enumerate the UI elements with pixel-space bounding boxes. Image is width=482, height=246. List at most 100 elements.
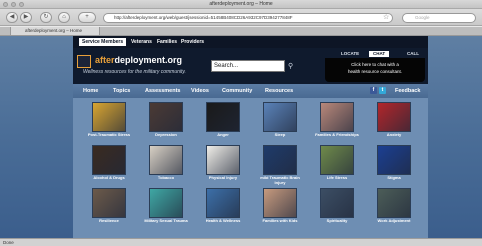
topic-thumbnail[interactable] xyxy=(92,145,126,175)
topic-thumbnail[interactable] xyxy=(320,188,354,218)
site-search-input[interactable]: Search... xyxy=(211,60,285,72)
twitter-icon[interactable]: t xyxy=(379,87,386,94)
tab-service-members[interactable]: Service Members xyxy=(79,38,127,46)
nav-videos[interactable]: Videos xyxy=(191,87,209,95)
topic-tile[interactable]: Health & Wellness xyxy=(199,188,247,232)
topic-tile[interactable]: Stigma xyxy=(370,145,418,189)
forward-button[interactable]: ▶ xyxy=(20,12,32,23)
tab-strip: afterdeployment.org – Home xyxy=(0,27,482,36)
topic-grid: Post-Traumatic Stress Depression Anger Slee… xyxy=(73,98,428,238)
topic-label[interactable]: Depression xyxy=(142,132,190,138)
topic-label[interactable]: Tobacco xyxy=(142,175,190,181)
topic-tile[interactable]: Resilience xyxy=(85,188,133,232)
site-container: Service Members Veterans Families Provid… xyxy=(73,36,428,238)
call-link[interactable]: CALL xyxy=(407,51,419,57)
topic-thumbnail[interactable] xyxy=(377,188,411,218)
topic-thumbnail[interactable] xyxy=(149,188,183,218)
browser-search-placeholder: Google xyxy=(415,15,430,20)
topic-thumbnail[interactable] xyxy=(320,145,354,175)
web-page: Service Members Veterans Families Provid… xyxy=(0,36,482,238)
topic-thumbnail[interactable] xyxy=(377,145,411,175)
topic-tile[interactable]: Alcohol & Drugs xyxy=(85,145,133,189)
chat-link[interactable]: CHAT xyxy=(369,51,390,57)
browser-search-input[interactable]: Google xyxy=(402,13,476,23)
zoom-window-icon[interactable] xyxy=(19,2,24,7)
home-button[interactable]: ⌂ xyxy=(58,12,70,23)
site-search-placeholder: Search... xyxy=(214,63,239,69)
site-logo[interactable]: afterdeployment.org xyxy=(95,55,182,65)
bookmark-star-icon[interactable]: ☆ xyxy=(383,13,389,21)
topic-label[interactable]: Physical Injury xyxy=(199,175,247,181)
topic-tile[interactable]: Families with Kids xyxy=(256,188,304,232)
topic-label[interactable]: Anxiety xyxy=(370,132,418,138)
topic-tile[interactable]: Sleep xyxy=(256,102,304,146)
topic-tile[interactable]: Physical Injury xyxy=(199,145,247,189)
browser-tab-label: afterdeployment.org – Home xyxy=(25,28,83,33)
topic-thumbnail[interactable] xyxy=(92,188,126,218)
topic-thumbnail[interactable] xyxy=(263,102,297,132)
topic-label[interactable]: Alcohol & Drugs xyxy=(85,175,133,181)
topic-thumbnail[interactable] xyxy=(263,188,297,218)
tab-providers[interactable]: Providers xyxy=(181,38,204,46)
topic-label[interactable]: Spirituality xyxy=(313,218,361,224)
topic-label[interactable]: Anger xyxy=(199,132,247,138)
topic-thumbnail[interactable] xyxy=(263,145,297,175)
logo-suffix: deployment.org xyxy=(114,55,183,65)
topic-tile[interactable]: Life Stress xyxy=(313,145,361,189)
topic-label[interactable]: Families & Friendships xyxy=(313,132,361,138)
audience-nav: Service Members Veterans Families Provid… xyxy=(73,36,428,48)
topic-tile[interactable]: Anxiety xyxy=(370,102,418,146)
topic-tile[interactable]: Tobacco xyxy=(142,145,190,189)
minimize-window-icon[interactable] xyxy=(11,2,16,7)
tab-families[interactable]: Families xyxy=(157,38,177,46)
nav-resources[interactable]: Resources xyxy=(265,87,293,95)
topic-label[interactable]: Life Stress xyxy=(313,175,361,181)
topic-tile[interactable]: Depression xyxy=(142,102,190,146)
topic-thumbnail[interactable] xyxy=(320,102,354,132)
site-tagline: Wellness resources for the military comm… xyxy=(83,69,186,75)
topic-tile[interactable]: mild Traumatic Brain Injury xyxy=(256,145,304,189)
topic-tile[interactable]: Spirituality xyxy=(313,188,361,232)
topic-label[interactable]: mild Traumatic Brain Injury xyxy=(256,175,304,185)
topic-thumbnail[interactable] xyxy=(206,145,240,175)
topic-tile[interactable]: Post-Traumatic Stress xyxy=(85,102,133,146)
topic-thumbnail[interactable] xyxy=(149,145,183,175)
topic-thumbnail[interactable] xyxy=(149,102,183,132)
topic-tile[interactable]: Work Adjustment xyxy=(370,188,418,232)
window-title: afterdeployment.org – Home xyxy=(209,1,273,7)
nav-community[interactable]: Community xyxy=(222,87,252,95)
topic-thumbnail[interactable] xyxy=(92,102,126,132)
status-bar: Done xyxy=(0,238,482,246)
browser-tab[interactable]: afterdeployment.org – Home xyxy=(10,27,100,36)
topic-label[interactable]: Sleep xyxy=(256,132,304,138)
chat-panel[interactable]: Click here to chat with a health resourc… xyxy=(325,58,425,82)
nav-assessments[interactable]: Assessments xyxy=(145,87,180,95)
back-button[interactable]: ◀ xyxy=(6,12,18,23)
topic-tile[interactable]: Anger xyxy=(199,102,247,146)
topic-label[interactable]: Military Sexual Trauma xyxy=(142,218,190,224)
nav-feedback[interactable]: Feedback xyxy=(395,87,420,95)
topic-label[interactable]: Families with Kids xyxy=(256,218,304,224)
nav-topics[interactable]: Topics xyxy=(113,87,130,95)
nav-home[interactable]: Home xyxy=(83,87,98,95)
logo-icon xyxy=(77,55,91,68)
topic-label[interactable]: Post-Traumatic Stress xyxy=(85,132,133,138)
locate-link[interactable]: LOCATE xyxy=(341,51,359,57)
topic-tile[interactable]: Families & Friendships xyxy=(313,102,361,146)
add-bookmark-button[interactable]: + xyxy=(78,12,96,23)
address-bar[interactable]: http://afterdeployment.org/web/guest/jse… xyxy=(103,13,393,23)
tab-veterans[interactable]: Veterans xyxy=(131,38,152,46)
topic-thumbnail[interactable] xyxy=(377,102,411,132)
topic-thumbnail[interactable] xyxy=(206,102,240,132)
topic-label[interactable]: Stigma xyxy=(370,175,418,181)
reload-button[interactable]: ↻ xyxy=(40,12,52,23)
facebook-icon[interactable]: f xyxy=(370,87,377,94)
close-window-icon[interactable] xyxy=(3,2,8,7)
topic-label[interactable]: Work Adjustment xyxy=(370,218,418,224)
topic-thumbnail[interactable] xyxy=(206,188,240,218)
window-titlebar: afterdeployment.org – Home xyxy=(0,0,482,9)
search-icon[interactable]: ⚲ xyxy=(288,62,293,70)
topic-label[interactable]: Resilience xyxy=(85,218,133,224)
topic-label[interactable]: Health & Wellness xyxy=(199,218,247,224)
topic-tile[interactable]: Military Sexual Trauma xyxy=(142,188,190,232)
